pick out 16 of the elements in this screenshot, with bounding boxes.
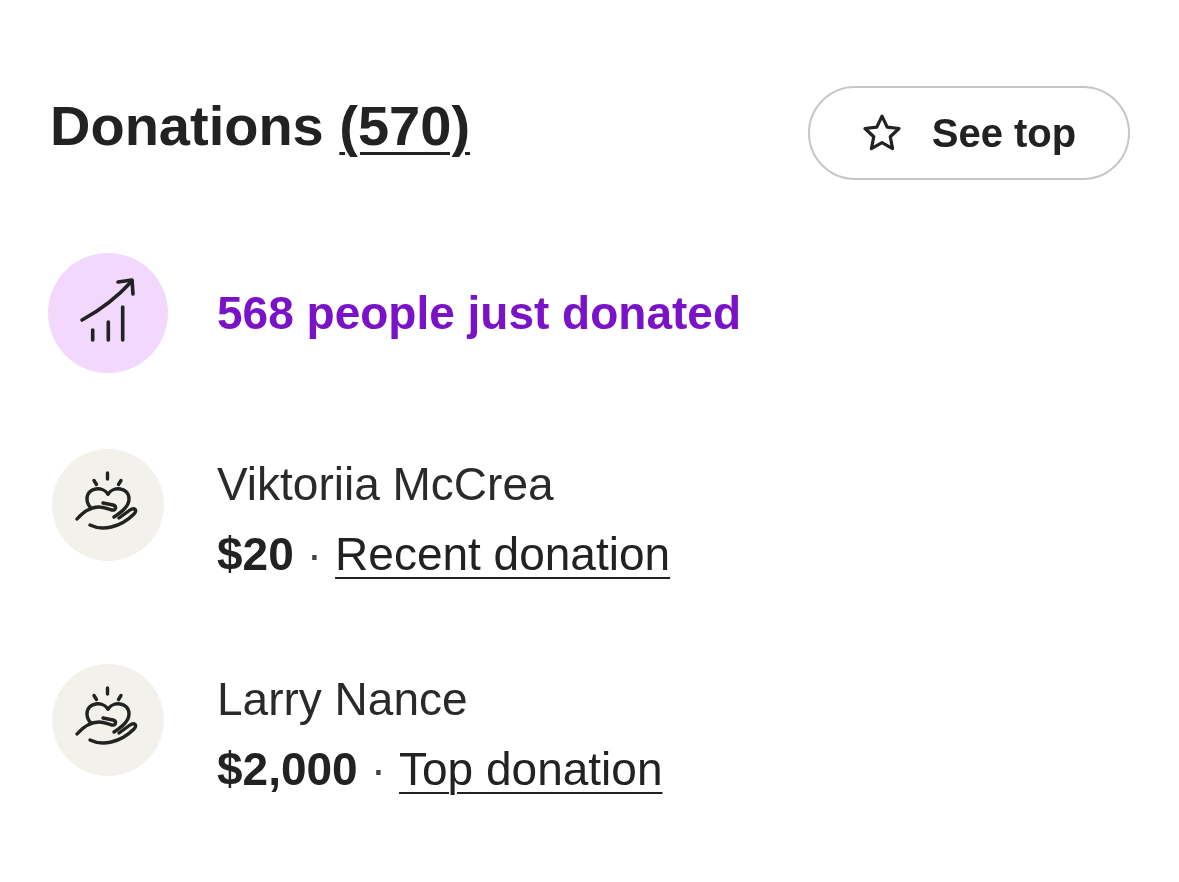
donation-activity-text: 568 people just donated: [217, 286, 741, 340]
see-top-button[interactable]: See top: [808, 86, 1130, 180]
donor-name: Larry Nance: [217, 672, 469, 727]
rising-chart-icon: [48, 253, 168, 373]
page-title: Donations: [50, 94, 324, 157]
donation-amount: $2,000: [217, 742, 358, 797]
heart-in-hand-icon: [52, 664, 164, 776]
donor-name: Viktoriia McCrea: [217, 457, 555, 512]
heart-in-hand-icon: [52, 449, 164, 561]
separator-text: ·: [306, 527, 323, 582]
star-icon: [861, 114, 902, 152]
donation-tag-link[interactable]: Recent donation: [335, 526, 671, 582]
separator-text: ·: [370, 742, 387, 797]
donation-amount: $20: [217, 527, 294, 582]
donation-count-link[interactable]: (570): [339, 94, 471, 157]
donation-tag-link[interactable]: Top donation: [399, 741, 663, 797]
